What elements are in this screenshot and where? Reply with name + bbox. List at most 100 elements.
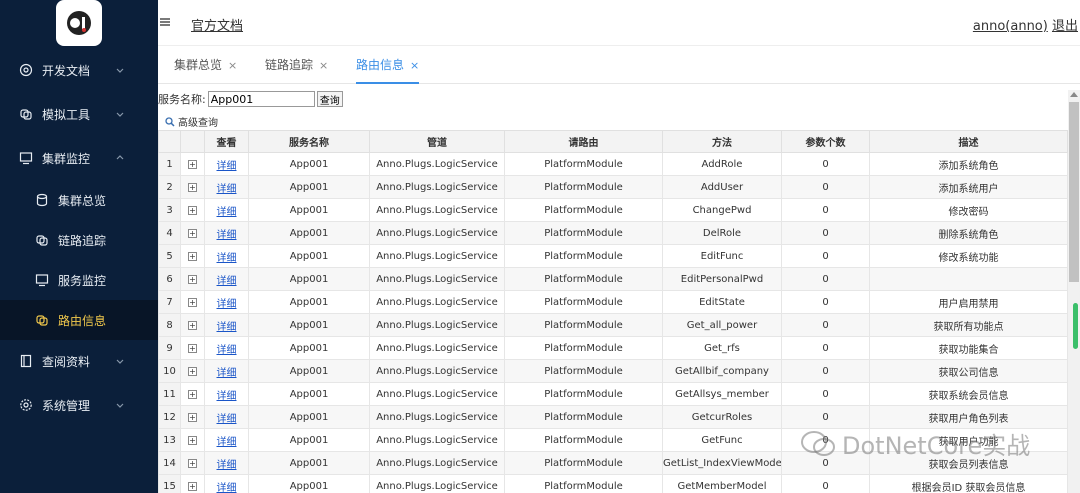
description-cell: 获取系统会员信息 — [869, 382, 1068, 406]
app-logo[interactable] — [56, 0, 102, 46]
query-button[interactable]: 查询 — [316, 91, 343, 107]
detail-link[interactable]: 详细 — [217, 161, 237, 172]
expand-row-icon[interactable]: + — [188, 481, 197, 491]
expand-row-icon[interactable]: + — [188, 274, 197, 284]
pipe-cell: Anno.Plugs.LogicService — [369, 382, 505, 406]
row-number: 5 — [158, 244, 181, 268]
sidebar-item-cluster-overview[interactable]: 集群总览 — [0, 180, 158, 220]
expand-row-icon[interactable]: + — [188, 366, 197, 376]
detail-link[interactable]: 详细 — [217, 322, 237, 333]
sidebar-item-trace[interactable]: 链路追踪 — [0, 220, 158, 260]
menu-item-cluster-monitor[interactable]: 集群监控 — [0, 138, 158, 178]
column-header[interactable]: 描述 — [869, 130, 1068, 153]
close-icon[interactable]: × — [228, 59, 237, 72]
logout-link[interactable]: 退出 — [1052, 19, 1078, 34]
column-header[interactable]: 服务名称 — [248, 130, 370, 153]
service-name-cell: App001 — [248, 267, 370, 291]
expand-row-icon[interactable]: + — [188, 251, 197, 261]
table-row[interactable]: 1 + 详细 App001 Anno.Plugs.LogicService Platfor… — [158, 152, 1068, 176]
service-name-cell: App001 — [248, 359, 370, 383]
description-cell: 添加系统用户 — [869, 175, 1068, 199]
table-row[interactable]: 10 + 详细 App001 Anno.Plugs.LogicService Platfo… — [158, 359, 1068, 383]
table-row[interactable]: 4 + 详细 App001 Anno.Plugs.LogicService Platfor… — [158, 221, 1068, 245]
pipe-cell: Anno.Plugs.LogicService — [369, 221, 505, 245]
expand-row-icon[interactable]: + — [188, 159, 197, 169]
route-cell: PlatformModule — [504, 359, 663, 383]
detail-link[interactable]: 详细 — [217, 276, 237, 287]
detail-link[interactable]: 详细 — [217, 437, 237, 448]
detail-cell: 详细 — [204, 198, 249, 222]
vertical-scrollbar[interactable] — [1068, 90, 1080, 493]
tab-cluster-overview[interactable]: 集群总览 × — [174, 56, 237, 84]
table-row[interactable]: 2 + 详细 App001 Anno.Plugs.LogicService Platfor… — [158, 175, 1068, 199]
expand-row-icon[interactable]: + — [188, 458, 197, 468]
route-cell: PlatformModule — [504, 405, 663, 429]
close-icon[interactable]: × — [410, 59, 419, 72]
table-row[interactable]: 3 + 详细 App001 Anno.Plugs.LogicService Platfor… — [158, 198, 1068, 222]
scrollbar-thumb[interactable] — [1069, 102, 1079, 282]
table-row[interactable]: 7 + 详细 App001 Anno.Plugs.LogicService Platfor… — [158, 290, 1068, 314]
param-count-cell: 0 — [781, 267, 870, 291]
column-header[interactable]: 请路由 — [504, 130, 663, 153]
column-header — [158, 130, 181, 153]
method-cell: DelRole — [662, 221, 782, 245]
expand-row-icon[interactable]: + — [188, 228, 197, 238]
close-icon[interactable]: × — [319, 59, 328, 72]
menu-toggle-icon[interactable] — [160, 17, 170, 27]
detail-link[interactable]: 详细 — [217, 253, 237, 264]
expand-row-icon[interactable]: + — [188, 343, 197, 353]
column-header[interactable]: 管道 — [369, 130, 505, 153]
service-name-cell: App001 — [248, 221, 370, 245]
sidebar-item-route-info[interactable]: 路由信息 — [0, 300, 158, 340]
search-bar: 服务名称: 查询 — [158, 90, 343, 108]
detail-link[interactable]: 详细 — [217, 299, 237, 310]
sidebar-item-service-monitor[interactable]: 服务监控 — [0, 260, 158, 300]
tab-trace[interactable]: 链路追踪 × — [265, 56, 328, 84]
table-row[interactable]: 15 + 详细 App001 Anno.Plugs.LogicService Platfo… — [158, 474, 1068, 493]
table-row[interactable]: 6 + 详细 App001 Anno.Plugs.LogicService Platfor… — [158, 267, 1068, 291]
expand-row-icon[interactable]: + — [188, 412, 197, 422]
menu-item-system-admin[interactable]: 系统管理 — [0, 385, 158, 425]
route-cell: PlatformModule — [504, 198, 663, 222]
username-link[interactable]: anno(anno) — [973, 19, 1048, 34]
column-header[interactable]: 参数个数 — [781, 130, 870, 153]
menu-item-dev-docs[interactable]: 开发文档 — [0, 50, 158, 90]
advanced-search-link[interactable]: 高级查询 — [165, 114, 218, 129]
detail-link[interactable]: 详细 — [217, 207, 237, 218]
menu-item-sim-tools[interactable]: 模拟工具 — [0, 94, 158, 134]
expand-row-icon[interactable]: + — [188, 297, 197, 307]
detail-link[interactable]: 详细 — [217, 368, 237, 379]
detail-link[interactable]: 详细 — [217, 414, 237, 425]
table-row[interactable]: 5 + 详细 App001 Anno.Plugs.LogicService Platfor… — [158, 244, 1068, 268]
expand-row-icon[interactable]: + — [188, 389, 197, 399]
detail-link[interactable]: 详细 — [217, 345, 237, 356]
table-header-row: 查看 服务名称 管道 请路由 方法 参数个数 描述 — [158, 130, 1068, 153]
tab-route-info[interactable]: 路由信息 × — [356, 56, 420, 84]
official-docs-link[interactable]: 官方文档 — [191, 15, 243, 34]
column-header[interactable]: 方法 — [662, 130, 782, 153]
scroll-up-icon[interactable] — [1070, 92, 1078, 97]
menu-item-label: 查阅资料 — [42, 354, 91, 369]
pipe-cell: Anno.Plugs.LogicService — [369, 474, 505, 493]
expand-row-icon[interactable]: + — [188, 205, 197, 215]
detail-link[interactable]: 详细 — [217, 230, 237, 241]
expand-row-icon[interactable]: + — [188, 182, 197, 192]
detail-link[interactable]: 详细 — [217, 184, 237, 195]
pipe-cell: Anno.Plugs.LogicService — [369, 451, 505, 475]
service-name-cell: App001 — [248, 244, 370, 268]
detail-link[interactable]: 详细 — [217, 460, 237, 471]
column-header[interactable]: 查看 — [204, 130, 249, 153]
detail-link[interactable]: 详细 — [217, 391, 237, 402]
table-row[interactable]: 8 + 详细 App001 Anno.Plugs.LogicService Platfor… — [158, 313, 1068, 337]
table-row[interactable]: 9 + 详细 App001 Anno.Plugs.LogicService Platfor… — [158, 336, 1068, 360]
row-number: 13 — [158, 428, 181, 452]
service-name-input[interactable] — [207, 91, 315, 107]
method-cell: GetAllbif_company — [662, 359, 782, 383]
service-name-cell: App001 — [248, 290, 370, 314]
table-row[interactable]: 11 + 详细 App001 Anno.Plugs.LogicService Platfo… — [158, 382, 1068, 406]
expand-row-icon[interactable]: + — [188, 435, 197, 445]
detail-link[interactable]: 详细 — [217, 483, 237, 493]
menu-item-reference[interactable]: 查阅资料 — [0, 341, 158, 381]
expand-row-icon[interactable]: + — [188, 320, 197, 330]
service-name-label: 服务名称: — [158, 93, 206, 106]
